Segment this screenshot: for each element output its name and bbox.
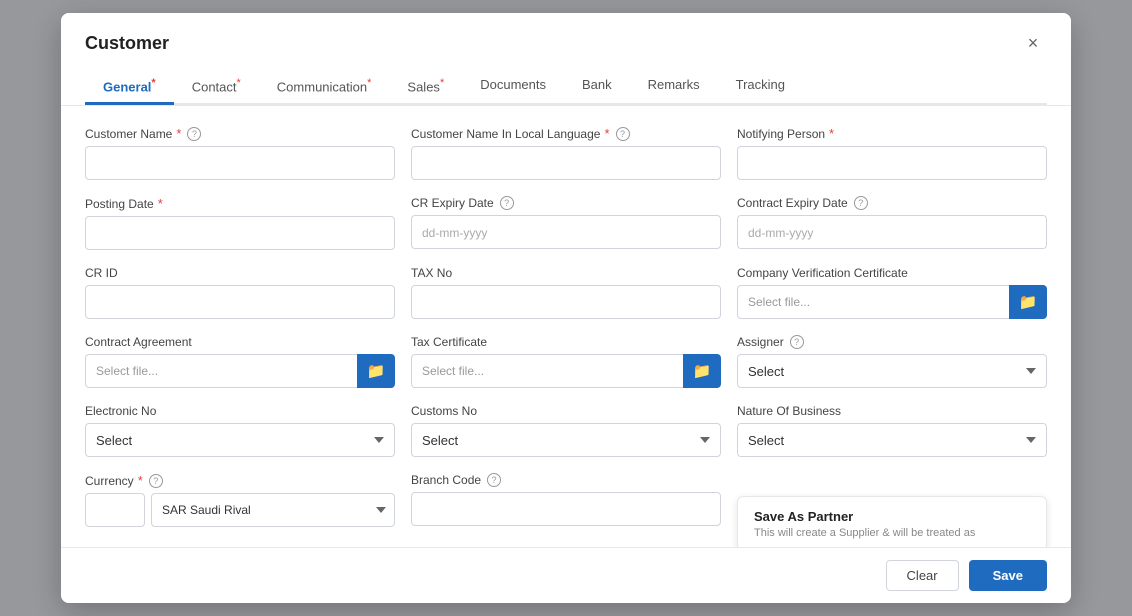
customer-name-help-icon[interactable]: ? (187, 127, 201, 141)
customs-no-label: Customs No (411, 404, 721, 418)
tax-no-input[interactable] (411, 285, 721, 319)
electronic-no-label: Electronic No (85, 404, 395, 418)
posting-date-input[interactable]: 01-12-2023 (85, 216, 395, 250)
tab-documents[interactable]: Documents (462, 69, 564, 105)
customer-name-local-label: Customer Name In Local Language * ? (411, 126, 721, 141)
tax-certificate-file-button[interactable]: 📁 (683, 354, 721, 388)
assigner-help-icon[interactable]: ? (790, 335, 804, 349)
modal-title: Customer (85, 33, 169, 54)
customer-name-local-help-icon[interactable]: ? (616, 127, 630, 141)
posting-date-group: Posting Date * 01-12-2023 (85, 196, 395, 250)
tax-certificate-file-group: Select file... 📁 (411, 354, 721, 388)
tab-communication[interactable]: Communication* (259, 69, 390, 105)
tax-no-label: TAX No (411, 266, 721, 280)
customer-name-input[interactable] (85, 146, 395, 180)
close-button[interactable]: × (1019, 29, 1047, 57)
customer-name-local-group: Customer Name In Local Language * ? (411, 126, 721, 180)
currency-row: 1 SAR Saudi Rival (85, 493, 395, 527)
company-verification-file-button[interactable]: 📁 (1009, 285, 1047, 319)
customer-name-group: Customer Name * ? (85, 126, 395, 180)
tab-remarks[interactable]: Remarks (630, 69, 718, 105)
company-verification-group: Company Verification Certificate Select … (737, 266, 1047, 319)
branch-code-group: Branch Code ? (411, 473, 721, 547)
tab-general[interactable]: General* (85, 69, 174, 105)
contract-agreement-file-button[interactable]: 📁 (357, 354, 395, 388)
required-indicator: * (176, 126, 181, 141)
notifying-person-input[interactable] (737, 146, 1047, 180)
contract-agreement-file-group: Select file... 📁 (85, 354, 395, 388)
nature-of-business-select[interactable]: Select (737, 423, 1047, 457)
cr-expiry-help-icon[interactable]: ? (500, 196, 514, 210)
tax-certificate-label: Tax Certificate (411, 335, 721, 349)
required-indicator-5: * (138, 473, 143, 488)
branch-code-label: Branch Code ? (411, 473, 721, 487)
branch-code-input[interactable] (411, 492, 721, 526)
contract-expiry-date-input[interactable] (737, 215, 1047, 249)
assigner-group: Assigner ? Select (737, 335, 1047, 388)
save-partner-group: Save As Partner This will create a Suppl… (737, 473, 1047, 547)
cr-id-input[interactable] (85, 285, 395, 319)
contract-expiry-help-icon[interactable]: ? (854, 196, 868, 210)
modal-header: Customer × General* Contact* Communicati… (61, 13, 1071, 106)
cr-id-label: CR ID (85, 266, 395, 280)
assigner-select[interactable]: Select (737, 354, 1047, 388)
contract-agreement-file-text: Select file... (85, 354, 357, 388)
save-partner-desc: This will create a Supplier & will be tr… (754, 527, 1030, 539)
currency-help-icon[interactable]: ? (149, 474, 163, 488)
contract-agreement-label: Contract Agreement (85, 335, 395, 349)
tax-certificate-group: Tax Certificate Select file... 📁 (411, 335, 721, 388)
save-partner-title: Save As Partner (754, 509, 1030, 524)
tab-contact[interactable]: Contact* (174, 69, 259, 105)
tab-sales[interactable]: Sales* (389, 69, 462, 105)
modal-body: Customer Name * ? Customer Name In Local… (61, 106, 1071, 547)
electronic-no-select[interactable]: Select (85, 423, 395, 457)
company-verification-label: Company Verification Certificate (737, 266, 1047, 280)
folder-icon-3: 📁 (693, 362, 712, 380)
company-verification-file-text: Select file... (737, 285, 1009, 319)
nature-of-business-label: Nature Of Business (737, 404, 1047, 418)
cr-expiry-date-label: CR Expiry Date ? (411, 196, 721, 210)
currency-select[interactable]: SAR Saudi Rival (151, 493, 395, 527)
customs-no-select[interactable]: Select (411, 423, 721, 457)
notifying-person-group: Notifying Person * (737, 126, 1047, 180)
tab-bank[interactable]: Bank (564, 69, 630, 105)
currency-group: Currency * ? 1 SAR Saudi Rival (85, 473, 395, 547)
posting-date-label: Posting Date * (85, 196, 395, 211)
customer-name-label: Customer Name * ? (85, 126, 395, 141)
customer-modal: Customer × General* Contact* Communicati… (61, 13, 1071, 603)
currency-number-input[interactable]: 1 (85, 493, 145, 527)
save-button[interactable]: Save (969, 560, 1047, 591)
save-partner-popup: Save As Partner This will create a Suppl… (737, 496, 1047, 547)
currency-label: Currency * ? (85, 473, 395, 488)
branch-code-help-icon[interactable]: ? (487, 473, 501, 487)
contract-expiry-date-group: Contract Expiry Date ? (737, 196, 1047, 250)
tab-tracking[interactable]: Tracking (718, 69, 803, 105)
clear-button[interactable]: Clear (886, 560, 959, 591)
cr-expiry-date-input[interactable] (411, 215, 721, 249)
folder-icon: 📁 (1019, 293, 1038, 311)
customer-name-local-input[interactable] (411, 146, 721, 180)
required-indicator-3: * (829, 126, 834, 141)
folder-icon-2: 📁 (367, 362, 386, 380)
contract-agreement-group: Contract Agreement Select file... 📁 (85, 335, 395, 388)
contract-expiry-date-label: Contract Expiry Date ? (737, 196, 1047, 210)
electronic-no-group: Electronic No Select (85, 404, 395, 457)
tax-no-group: TAX No (411, 266, 721, 319)
spacer-label (737, 473, 1047, 487)
customs-no-group: Customs No Select (411, 404, 721, 457)
tab-bar: General* Contact* Communication* Sales* … (85, 69, 1047, 105)
modal-footer: Clear Save (61, 547, 1071, 603)
required-indicator-4: * (158, 196, 163, 211)
assigner-label: Assigner ? (737, 335, 1047, 349)
cr-id-group: CR ID (85, 266, 395, 319)
cr-expiry-date-group: CR Expiry Date ? (411, 196, 721, 250)
nature-of-business-group: Nature Of Business Select (737, 404, 1047, 457)
notifying-person-label: Notifying Person * (737, 126, 1047, 141)
tax-certificate-file-text: Select file... (411, 354, 683, 388)
company-verification-file-group: Select file... 📁 (737, 285, 1047, 319)
required-indicator-2: * (604, 126, 609, 141)
